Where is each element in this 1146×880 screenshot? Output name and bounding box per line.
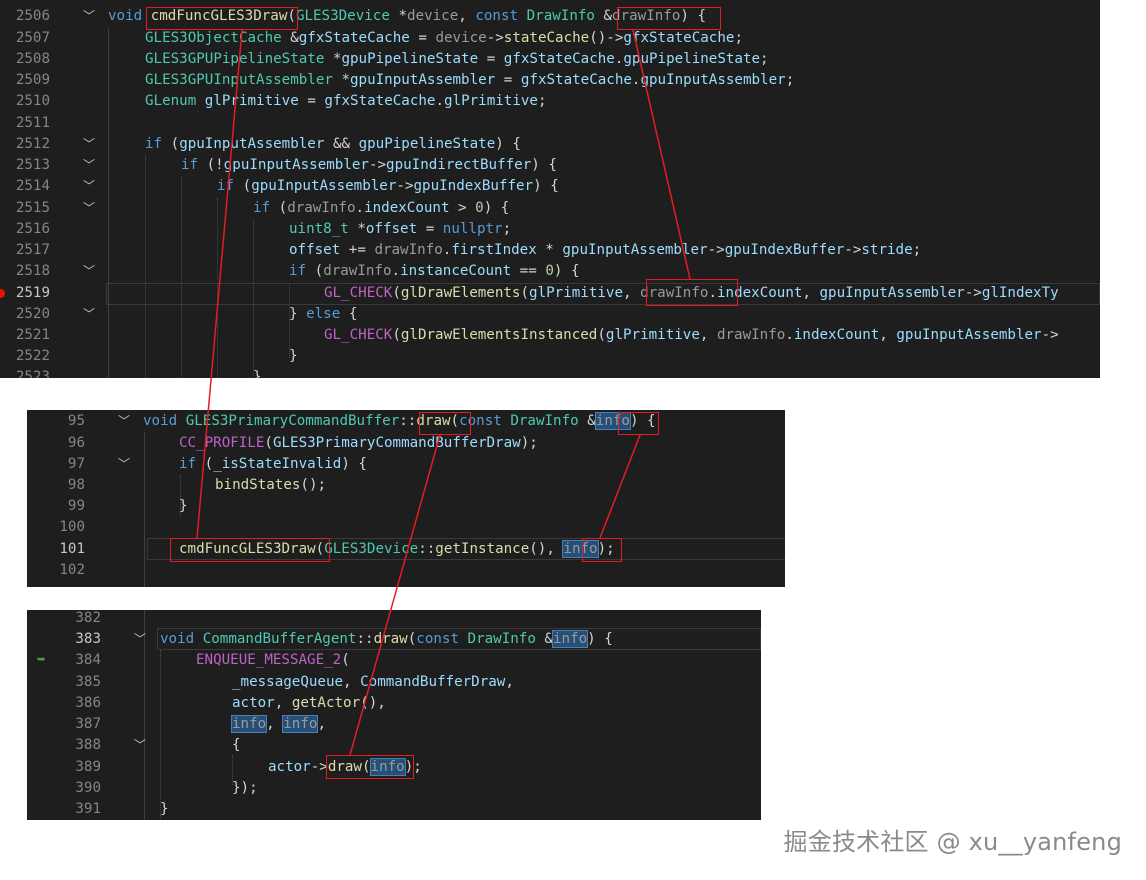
line-number: 102 bbox=[59, 562, 85, 578]
code-line[interactable]: bindStates(); bbox=[27, 475, 785, 496]
annotation-box-drawinfo-param bbox=[617, 7, 721, 30]
line-number: 100 bbox=[59, 519, 85, 535]
code-line[interactable]: } bbox=[27, 799, 761, 820]
code-line[interactable]: if (drawInfo.indexCount > 0) { bbox=[0, 198, 1100, 219]
code-line[interactable]: { bbox=[27, 735, 761, 756]
code-panel-command-buffer-agent: ➥ 382 383 384 385 386 387 388 389 390 39… bbox=[27, 610, 761, 820]
code-line[interactable]: GL_CHECK(glDrawElementsInstanced(glPrimi… bbox=[0, 325, 1100, 346]
annotation-box-cmdfunc-def bbox=[146, 7, 298, 30]
annotation-box-draw-call bbox=[326, 755, 414, 779]
code-line[interactable]: } else { bbox=[0, 304, 1100, 325]
line-number: 2511 bbox=[15, 115, 50, 131]
annotation-box-drawinfo-use bbox=[646, 279, 738, 306]
code-line[interactable]: if (gpuInputAssembler && gpuPipelineStat… bbox=[0, 134, 1100, 155]
watermark: 掘金技术社区 @ xu__yanfeng bbox=[783, 828, 1122, 856]
code-line[interactable]: GLES3GPUPipelineState *gpuPipelineState … bbox=[0, 49, 1100, 70]
code-line[interactable]: } bbox=[0, 346, 1100, 367]
code-line[interactable]: } bbox=[0, 367, 1100, 378]
code-line[interactable]: if (_isStateInvalid) { bbox=[27, 454, 785, 475]
code-line[interactable]: info, info, bbox=[27, 714, 761, 735]
code-line[interactable]: uint8_t *offset = nullptr; bbox=[0, 219, 1100, 240]
code-line[interactable]: actor, getActor(), bbox=[27, 693, 761, 714]
code-line[interactable]: void CommandBufferAgent::draw(const Draw… bbox=[27, 629, 761, 650]
annotation-box-cmdfunc-call bbox=[170, 538, 330, 562]
code-line[interactable]: CC_PROFILE(GLES3PrimaryCommandBufferDraw… bbox=[27, 433, 785, 454]
code-panel-gles3-commands: 2506 2507 2508 2509 2510 2511 2512 2513 … bbox=[0, 0, 1100, 378]
code-line[interactable]: if (gpuInputAssembler->gpuIndexBuffer) { bbox=[0, 176, 1100, 197]
code-line[interactable]: }); bbox=[27, 778, 761, 799]
code-line[interactable]: _messageQueue, CommandBufferDraw, bbox=[27, 672, 761, 693]
code-line[interactable]: offset += drawInfo.firstIndex * gpuInput… bbox=[0, 240, 1100, 261]
code-line[interactable]: if (!gpuInputAssembler->gpuIndirectBuffe… bbox=[0, 155, 1100, 176]
annotation-box-info-arg bbox=[582, 538, 622, 562]
code-line[interactable]: ENQUEUE_MESSAGE_2( bbox=[27, 650, 761, 671]
code-line[interactable]: if (drawInfo.instanceCount == 0) { bbox=[0, 261, 1100, 282]
annotation-box-draw-def bbox=[419, 412, 471, 435]
code-line[interactable]: GLES3GPUInputAssembler *gpuInputAssemble… bbox=[0, 70, 1100, 91]
code-line[interactable]: void GLES3PrimaryCommandBuffer::draw(con… bbox=[27, 411, 785, 432]
line-number: 382 bbox=[75, 610, 101, 626]
code-panel-primary-command-buffer: 95 96 97 98 99 100 101 102 ﹀ ﹀ void GLES… bbox=[27, 410, 785, 587]
code-line[interactable]: } bbox=[27, 496, 785, 517]
code-line[interactable]: cmdFuncGLES3Draw(GLES3Device::getInstanc… bbox=[27, 539, 785, 560]
code-line[interactable]: GLenum glPrimitive = gfxStateCache.glPri… bbox=[0, 91, 1100, 112]
code-line[interactable]: GLES3ObjectCache &gfxStateCache = device… bbox=[0, 28, 1100, 49]
annotation-box-info-param bbox=[618, 412, 659, 435]
code-line[interactable]: GL_CHECK(glDrawElements(glPrimitive, dra… bbox=[0, 283, 1100, 304]
